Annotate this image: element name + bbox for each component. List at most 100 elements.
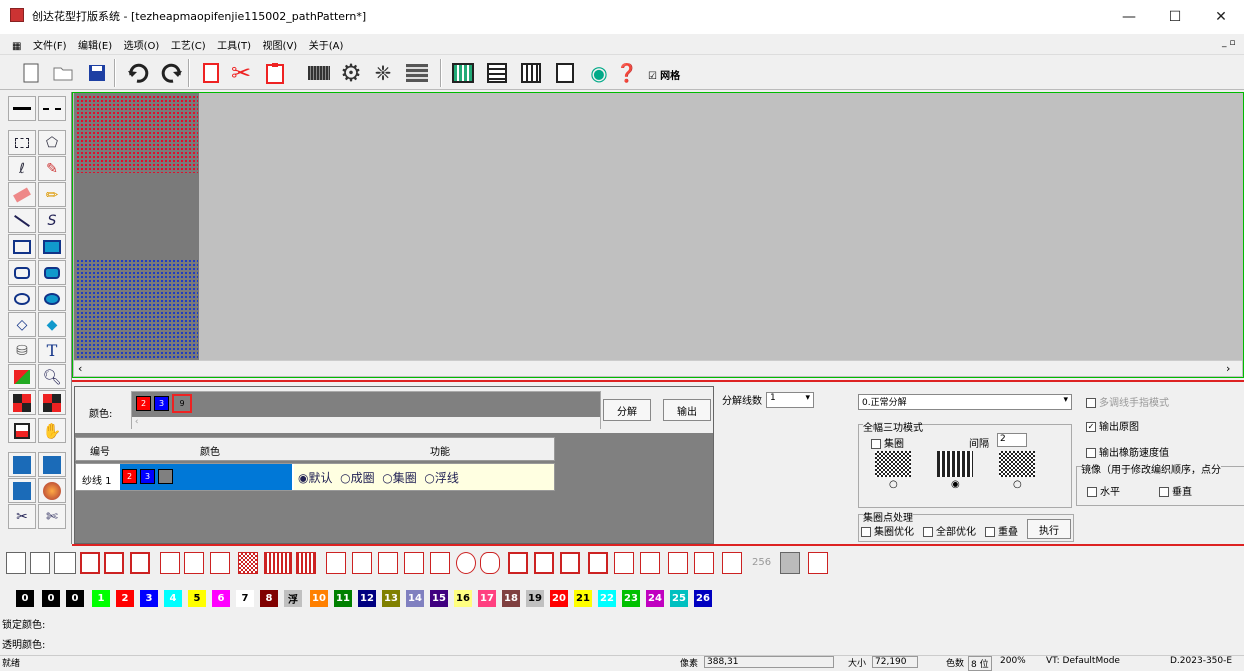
square-c-icon[interactable] bbox=[560, 552, 580, 574]
crop-icon[interactable] bbox=[614, 552, 634, 574]
palette-color-18[interactable]: 18 bbox=[502, 590, 520, 607]
palette-color-22[interactable]: 22 bbox=[598, 590, 616, 607]
output-original-checkbox[interactable]: ✓ 输出原图 bbox=[1086, 418, 1139, 433]
palette-color-0a[interactable]: 0 bbox=[16, 590, 34, 607]
table-row[interactable]: 纱线 1 2 3 ◉默认 ○成圈 ○集圈 ○浮线 bbox=[75, 463, 555, 491]
gear-icon[interactable]: ⚙ bbox=[338, 59, 364, 87]
band-icon[interactable] bbox=[430, 552, 450, 574]
mdi-controls[interactable]: _ ▫ bbox=[1222, 38, 1235, 48]
round-rect-icon[interactable] bbox=[8, 260, 36, 285]
close-button[interactable]: ✕ bbox=[1198, 0, 1244, 34]
split-button[interactable]: 分解 bbox=[603, 399, 651, 421]
shift-right-icon[interactable] bbox=[160, 552, 180, 574]
row-color-3[interactable]: 3 bbox=[140, 469, 155, 484]
menu-about[interactable]: 关于(A) bbox=[305, 36, 348, 53]
overlap-checkbox[interactable]: 重叠 bbox=[985, 523, 1018, 538]
target-icon[interactable] bbox=[640, 552, 660, 574]
open-folder-icon[interactable] bbox=[50, 60, 76, 86]
rows-icon[interactable] bbox=[404, 60, 430, 86]
palette-color-20[interactable]: 20 bbox=[550, 590, 568, 607]
row-color-9[interactable] bbox=[158, 469, 173, 484]
zoom-icon[interactable]: 🔍︎ bbox=[38, 364, 66, 389]
dash-icon[interactable] bbox=[326, 552, 346, 574]
square-a-icon[interactable] bbox=[508, 552, 528, 574]
horizontal-checkbox[interactable]: 水平 bbox=[1087, 483, 1120, 498]
tuck-checkbox[interactable]: 集圈 bbox=[871, 435, 904, 450]
shift-down-icon[interactable] bbox=[210, 552, 230, 574]
list-icon[interactable] bbox=[484, 60, 510, 86]
eraser-icon[interactable] bbox=[8, 182, 36, 207]
pattern-radio-3[interactable]: ○ bbox=[1013, 479, 1022, 490]
palette-color-5[interactable]: 5 bbox=[188, 590, 206, 607]
blue-pattern-thumbnail[interactable] bbox=[76, 259, 198, 359]
pattern-radio-2[interactable]: ◉ bbox=[951, 479, 960, 490]
palette-color-17[interactable]: 17 bbox=[478, 590, 496, 607]
paste-icon[interactable] bbox=[262, 60, 288, 86]
square-b-icon[interactable] bbox=[534, 552, 554, 574]
stripe-icon[interactable] bbox=[264, 552, 292, 574]
diamond-small-icon[interactable] bbox=[378, 552, 398, 574]
palette-color-25[interactable]: 25 bbox=[670, 590, 688, 607]
horizontal-scrollbar[interactable]: ‹ › bbox=[74, 360, 1242, 376]
palette-color-12[interactable]: 12 bbox=[358, 590, 376, 607]
rect-icon[interactable] bbox=[8, 234, 36, 259]
hand-icon[interactable]: ✋ bbox=[38, 418, 66, 443]
filled-round-rect-icon[interactable] bbox=[38, 260, 66, 285]
columns-icon[interactable] bbox=[518, 60, 544, 86]
filled-rect-icon[interactable] bbox=[38, 234, 66, 259]
pattern-b-icon[interactable] bbox=[38, 390, 66, 415]
palette-color-14[interactable]: 14 bbox=[406, 590, 424, 607]
radio-tuck[interactable]: ○集圈 bbox=[382, 471, 417, 485]
diamond-icon[interactable]: ◇ bbox=[8, 312, 36, 337]
palette-color-24[interactable]: 24 bbox=[646, 590, 664, 607]
pattern-a-icon[interactable] bbox=[8, 390, 36, 415]
radio-loop[interactable]: ○成圈 bbox=[340, 471, 375, 485]
palette-color-26[interactable]: 26 bbox=[694, 590, 712, 607]
red-pattern-thumbnail[interactable] bbox=[76, 95, 198, 173]
save-icon[interactable] bbox=[84, 60, 110, 86]
diamond-dots-icon[interactable] bbox=[404, 552, 424, 574]
mode-select[interactable]: 0.正常分解 ▾ bbox=[858, 394, 1072, 410]
menu-file[interactable]: 文件(F) bbox=[29, 36, 71, 53]
new-file-icon[interactable] bbox=[18, 60, 44, 86]
palette-color-15[interactable]: 15 bbox=[430, 590, 448, 607]
links-icon[interactable]: ❈ bbox=[370, 60, 396, 86]
pattern-radio-1[interactable]: ○ bbox=[889, 479, 898, 490]
yarn-ball-icon[interactable] bbox=[38, 478, 66, 503]
frame-red-a-icon[interactable] bbox=[80, 552, 100, 574]
palette-color-8[interactable]: 8 bbox=[260, 590, 278, 607]
checker-icon[interactable] bbox=[238, 552, 258, 574]
output-speed-checkbox[interactable]: 输出橡筋速度值 bbox=[1086, 444, 1169, 459]
palette-color-3[interactable]: 3 bbox=[140, 590, 158, 607]
palette-color-1[interactable]: 1 bbox=[92, 590, 110, 607]
curve-tool-icon[interactable]: S bbox=[38, 208, 66, 233]
color-strip[interactable]: 2 3 9 ‹ bbox=[131, 391, 601, 429]
frame-c-icon[interactable] bbox=[54, 552, 76, 574]
needle-b-icon[interactable] bbox=[38, 452, 66, 477]
all-opt-checkbox[interactable]: 全部优化 bbox=[923, 523, 976, 538]
overlay-icon[interactable] bbox=[780, 552, 800, 574]
stamp-icon[interactable] bbox=[8, 418, 36, 443]
circle-a-icon[interactable] bbox=[456, 552, 476, 574]
split-count-select[interactable]: 1 ▾ bbox=[766, 392, 814, 408]
arrow-left-icon[interactable] bbox=[694, 552, 714, 574]
frame-red-b-icon[interactable] bbox=[104, 552, 124, 574]
square-d-icon[interactable] bbox=[588, 552, 608, 574]
menu-edit[interactable]: 编辑(E) bbox=[74, 36, 116, 53]
grid-checkbox[interactable]: ☑ 网格 bbox=[648, 67, 680, 82]
filled-diamond-icon[interactable]: ◆ bbox=[38, 312, 66, 337]
diamond-arrow-icon[interactable] bbox=[722, 552, 742, 574]
rect-select-icon[interactable] bbox=[8, 130, 36, 155]
help-icon[interactable]: ❓ bbox=[614, 60, 640, 86]
menu-options[interactable]: 选项(O) bbox=[120, 36, 164, 53]
undo-icon[interactable] bbox=[126, 60, 152, 86]
lock-icon[interactable] bbox=[808, 552, 828, 574]
color-swatch-2[interactable]: 2 bbox=[136, 396, 151, 411]
cut-icon[interactable]: ✂ bbox=[228, 59, 254, 87]
needle-a-icon[interactable] bbox=[8, 452, 36, 477]
color-strip-scrollbar[interactable]: ‹ bbox=[132, 417, 600, 429]
minimize-button[interactable]: — bbox=[1106, 0, 1152, 34]
palette-color-10[interactable]: 10 bbox=[310, 590, 328, 607]
bar-icon[interactable] bbox=[352, 552, 372, 574]
menu-tools[interactable]: 工具(T) bbox=[213, 36, 255, 53]
